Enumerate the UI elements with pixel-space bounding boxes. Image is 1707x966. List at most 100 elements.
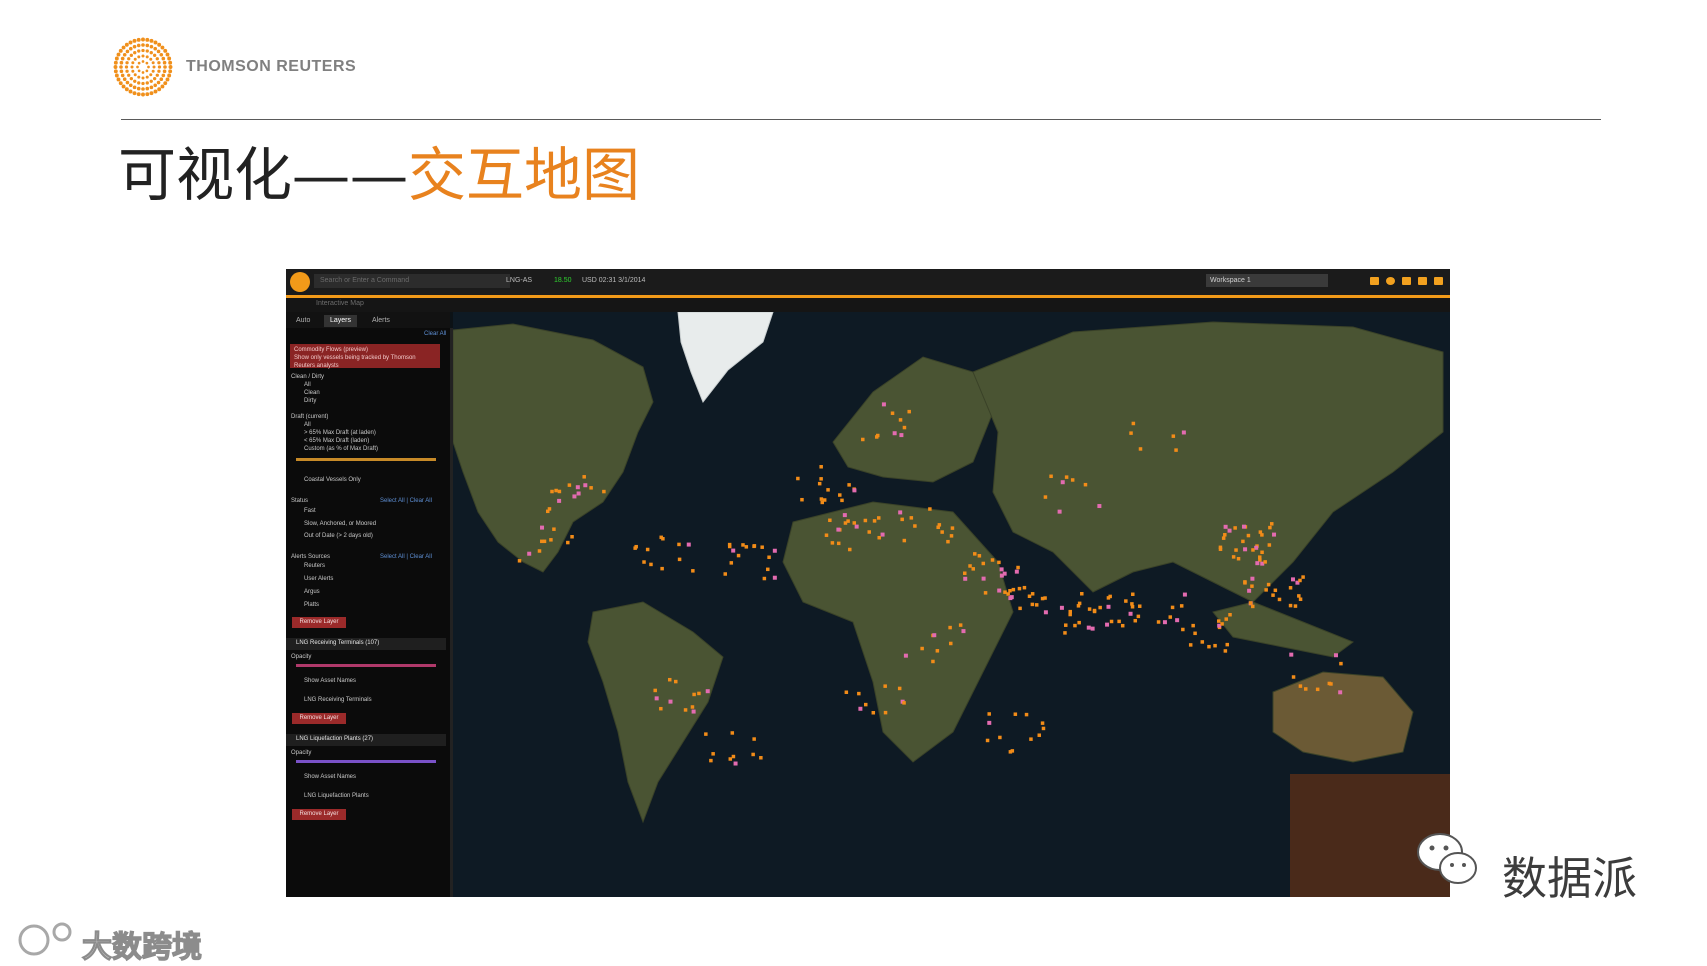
vessel-marker[interactable] (998, 735, 1002, 740)
vessel-marker[interactable] (1304, 687, 1308, 691)
vessel-marker[interactable] (744, 545, 749, 549)
vessel-marker[interactable] (907, 409, 911, 414)
vessel-marker[interactable] (874, 435, 879, 439)
vessel-marker[interactable] (844, 690, 849, 695)
terminal-marker[interactable] (576, 491, 581, 496)
vessel-marker[interactable] (667, 677, 672, 682)
vessel-marker[interactable] (674, 679, 678, 684)
vessel-marker[interactable] (1070, 478, 1075, 482)
vessel-marker[interactable] (766, 567, 770, 572)
vessel-marker[interactable] (958, 623, 963, 627)
vessel-marker[interactable] (997, 560, 1001, 565)
vessel-marker[interactable] (848, 547, 852, 552)
status-out-of-date[interactable]: Out of Date (> 2 days old) (304, 533, 373, 539)
vessel-marker[interactable] (677, 557, 682, 562)
vessel-marker[interactable] (1246, 533, 1251, 538)
terminal-marker[interactable] (1333, 653, 1338, 658)
vessel-marker[interactable] (730, 731, 735, 735)
vessel-marker[interactable] (1043, 495, 1048, 499)
vessel-marker[interactable] (567, 483, 572, 487)
vessel-marker[interactable] (1248, 601, 1253, 605)
terminal-marker[interactable] (1090, 626, 1095, 631)
vessel-marker[interactable] (645, 547, 650, 552)
vessel-marker[interactable] (1129, 431, 1133, 435)
vessel-marker[interactable] (554, 488, 558, 493)
vessel-marker[interactable] (1138, 447, 1143, 451)
vessel-marker[interactable] (709, 758, 713, 763)
command-search-input[interactable]: Search or Enter a Command (314, 274, 510, 288)
vessel-marker[interactable] (751, 752, 755, 757)
terminal-marker[interactable] (903, 653, 908, 658)
vessel-marker[interactable] (661, 537, 665, 541)
terminal-marker[interactable] (881, 402, 886, 407)
vessel-marker[interactable] (767, 555, 771, 560)
vessel-marker[interactable] (1221, 536, 1226, 540)
vessel-marker[interactable] (537, 549, 542, 553)
terminal-marker[interactable] (898, 510, 903, 515)
vessel-marker[interactable] (602, 489, 606, 494)
remove-layer-button[interactable]: Remove Layer (292, 617, 346, 628)
layer2-header[interactable]: LNG Liquefaction Plants (27) (286, 734, 446, 746)
vessel-marker[interactable] (1293, 604, 1298, 608)
vessel-marker[interactable] (940, 530, 944, 534)
layer2-item[interactable]: LNG Liquefaction Plants (304, 793, 369, 799)
vessel-marker[interactable] (1120, 623, 1125, 628)
vessel-marker[interactable] (1288, 586, 1293, 590)
vessel-marker[interactable] (1264, 588, 1268, 592)
layer1-item[interactable]: LNG Receiving Terminals (304, 697, 372, 703)
vessel-marker[interactable] (1030, 602, 1035, 607)
vessel-marker[interactable] (1251, 604, 1255, 609)
vessel-marker[interactable] (1018, 606, 1022, 611)
vessel-marker[interactable] (890, 411, 895, 415)
vessel-marker[interactable] (987, 712, 991, 716)
vessel-marker[interactable] (1250, 584, 1254, 588)
tab-alerts[interactable]: Alerts (366, 315, 396, 327)
terminal-marker[interactable] (981, 576, 986, 581)
vessel-marker[interactable] (963, 571, 967, 575)
vessel-marker[interactable] (1130, 605, 1135, 609)
vessel-marker[interactable] (900, 517, 904, 522)
terminal-marker[interactable] (858, 706, 863, 711)
vessel-marker[interactable] (1231, 555, 1236, 559)
vessel-marker[interactable] (1030, 592, 1035, 596)
vessel-marker[interactable] (830, 541, 835, 545)
vessel-marker[interactable] (1181, 627, 1185, 632)
layer2-opacity-slider[interactable] (296, 760, 436, 763)
vessel-marker[interactable] (704, 732, 708, 736)
vessel-marker[interactable] (517, 559, 522, 563)
terminal-marker[interactable] (1290, 577, 1295, 582)
terminal-marker[interactable] (852, 488, 857, 493)
vessel-marker[interactable] (847, 483, 851, 487)
terminal-marker[interactable] (705, 689, 710, 694)
status-slow[interactable]: Slow, Anchored, or Moored (304, 521, 376, 527)
clean-option-clean[interactable]: Clean (304, 390, 320, 396)
vessel-marker[interactable] (902, 425, 907, 430)
vessel-marker[interactable] (819, 465, 823, 469)
terminal-marker[interactable] (1250, 576, 1255, 581)
vessel-marker[interactable] (824, 533, 829, 537)
vessel-marker[interactable] (752, 737, 756, 741)
terminal-marker[interactable] (527, 551, 532, 556)
vessel-marker[interactable] (1098, 605, 1102, 610)
vessel-marker[interactable] (1251, 548, 1255, 552)
vessel-marker[interactable] (1131, 421, 1136, 426)
vessel-marker[interactable] (1006, 592, 1010, 596)
vessel-marker[interactable] (800, 497, 804, 502)
vessel-marker[interactable] (582, 475, 586, 479)
vessel-marker[interactable] (557, 489, 562, 494)
vessel-marker[interactable] (552, 527, 556, 531)
vessel-marker[interactable] (819, 477, 823, 481)
alert-icon[interactable] (1434, 277, 1443, 285)
tracked-note[interactable]: Show only vessels being tracked by Thoms… (294, 354, 436, 370)
vessel-marker[interactable] (928, 507, 932, 511)
vessel-marker[interactable] (1288, 603, 1293, 608)
vessel-marker[interactable] (1043, 596, 1047, 600)
vessel-marker[interactable] (968, 564, 972, 568)
terminal-marker[interactable] (1181, 430, 1186, 435)
vessel-marker[interactable] (1133, 618, 1138, 623)
vessel-marker[interactable] (570, 534, 574, 539)
terminal-marker[interactable] (654, 696, 659, 701)
draft-option-under[interactable]: < 65% Max Draft (laden) (304, 438, 369, 444)
vessel-marker[interactable] (1188, 643, 1193, 647)
vessel-marker[interactable] (1179, 604, 1184, 608)
